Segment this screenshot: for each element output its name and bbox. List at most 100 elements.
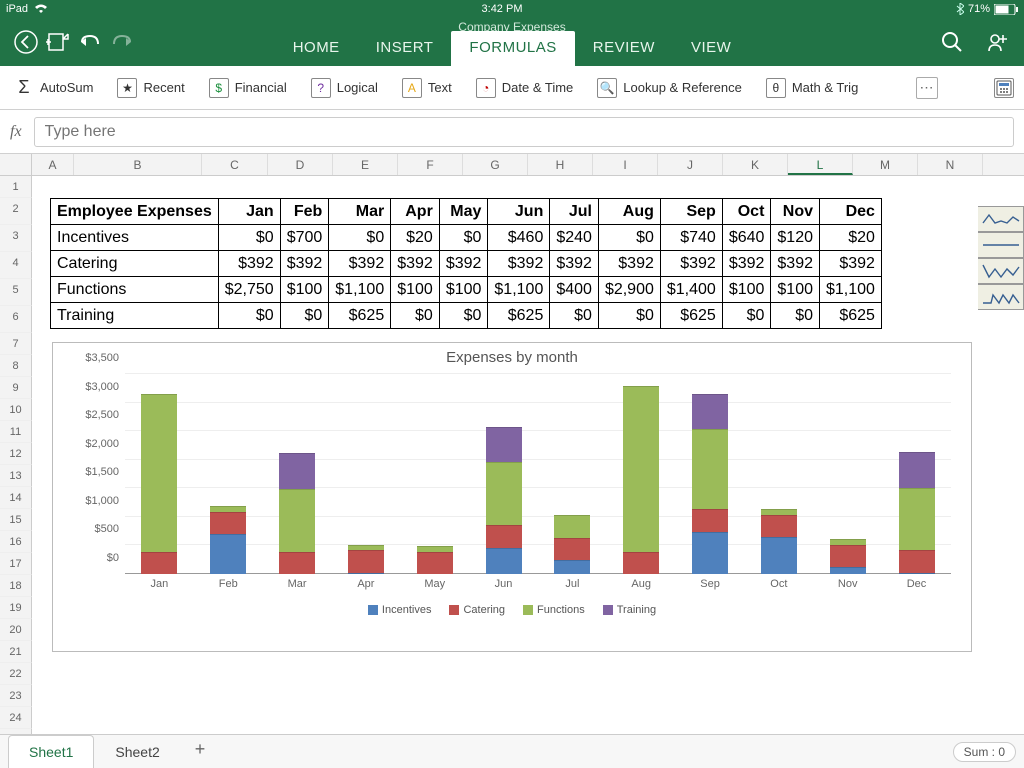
table-row-label[interactable]: Functions	[51, 277, 219, 303]
table-cell[interactable]: $0	[598, 225, 660, 251]
expenses-table[interactable]: Employee ExpensesJanFebMarAprMayJunJulAu…	[50, 198, 882, 329]
row-header-1[interactable]: 1	[0, 176, 32, 198]
table-cell[interactable]: $100	[722, 277, 771, 303]
table-cell[interactable]: $100	[771, 277, 820, 303]
bar-group-jun[interactable]	[469, 374, 538, 574]
row-header-13[interactable]: 13	[0, 465, 32, 487]
table-cell[interactable]: $400	[550, 277, 599, 303]
col-header-L[interactable]: L	[788, 154, 853, 175]
table-cell[interactable]: $392	[391, 251, 440, 277]
table-cell[interactable]: $100	[391, 277, 440, 303]
ribbon-text[interactable]: AText	[398, 76, 456, 100]
row-header-11[interactable]: 11	[0, 421, 32, 443]
row-header-18[interactable]: 18	[0, 575, 32, 597]
table-cell[interactable]: $120	[771, 225, 820, 251]
calculator-icon[interactable]	[994, 78, 1014, 98]
table-cell[interactable]: $625	[820, 303, 882, 329]
bar-group-may[interactable]	[400, 374, 469, 574]
table-cell[interactable]: $2,750	[218, 277, 280, 303]
row-header-24[interactable]: 24	[0, 707, 32, 729]
formula-input[interactable]	[34, 117, 1014, 147]
table-cell[interactable]: $625	[660, 303, 722, 329]
row-header-14[interactable]: 14	[0, 487, 32, 509]
tab-home[interactable]: HOME	[275, 31, 358, 66]
table-header[interactable]: Nov	[771, 199, 820, 225]
col-header-I[interactable]: I	[593, 154, 658, 175]
table-cell[interactable]: $392	[488, 251, 550, 277]
table-row-label[interactable]: Incentives	[51, 225, 219, 251]
table-cell[interactable]: $392	[218, 251, 280, 277]
row-header-6[interactable]: 6	[0, 306, 32, 333]
bar-group-aug[interactable]	[607, 374, 676, 574]
table-header[interactable]: May	[439, 199, 488, 225]
table-header[interactable]: Mar	[329, 199, 391, 225]
table-header[interactable]: Oct	[722, 199, 771, 225]
expenses-chart[interactable]: Expenses by month $0$500$1,000$1,500$2,0…	[52, 342, 972, 652]
ribbon-logical[interactable]: ?Logical	[307, 76, 382, 100]
table-row-label[interactable]: Training	[51, 303, 219, 329]
table-header[interactable]: Jan	[218, 199, 280, 225]
table-cell[interactable]: $100	[280, 277, 329, 303]
row-header-8[interactable]: 8	[0, 355, 32, 377]
col-header-K[interactable]: K	[723, 154, 788, 175]
row-header-2[interactable]: 2	[0, 198, 32, 225]
table-header[interactable]: Dec	[820, 199, 882, 225]
row-header-17[interactable]: 17	[0, 553, 32, 575]
ribbon-math-trig[interactable]: θMath & Trig	[762, 76, 862, 100]
row-header-12[interactable]: 12	[0, 443, 32, 465]
tab-formulas[interactable]: FORMULAS	[451, 31, 574, 66]
col-header-E[interactable]: E	[333, 154, 398, 175]
table-cell[interactable]: $0	[391, 303, 440, 329]
select-all-corner[interactable]	[0, 154, 32, 175]
table-cell[interactable]: $392	[771, 251, 820, 277]
ribbon-date-time[interactable]: ◔Date & Time	[472, 76, 578, 100]
bar-group-nov[interactable]	[813, 374, 882, 574]
row-header-10[interactable]: 10	[0, 399, 32, 421]
table-header[interactable]: Apr	[391, 199, 440, 225]
table-cell[interactable]: $740	[660, 225, 722, 251]
tab-insert[interactable]: INSERT	[358, 31, 452, 66]
ribbon-lookup-reference[interactable]: 🔍Lookup & Reference	[593, 76, 746, 100]
row-header-16[interactable]: 16	[0, 531, 32, 553]
row-header-9[interactable]: 9	[0, 377, 32, 399]
table-cell[interactable]: $625	[329, 303, 391, 329]
table-cell[interactable]: $392	[722, 251, 771, 277]
row-header-15[interactable]: 15	[0, 509, 32, 531]
sheet-tab-sheet2[interactable]: Sheet2	[94, 735, 180, 768]
bar-group-mar[interactable]	[263, 374, 332, 574]
table-header[interactable]: Employee Expenses	[51, 199, 219, 225]
bar-group-dec[interactable]	[882, 374, 951, 574]
table-cell[interactable]: $392	[660, 251, 722, 277]
table-cell[interactable]: $700	[280, 225, 329, 251]
add-sheet-button[interactable]: +	[181, 731, 220, 768]
row-header-23[interactable]: 23	[0, 685, 32, 707]
sum-indicator[interactable]: Sum : 0	[953, 742, 1016, 762]
table-header[interactable]: Jul	[550, 199, 599, 225]
row-header-22[interactable]: 22	[0, 663, 32, 685]
table-cell[interactable]: $392	[820, 251, 882, 277]
table-cell[interactable]: $0	[722, 303, 771, 329]
ribbon-recent[interactable]: ★Recent	[113, 76, 188, 100]
col-header-F[interactable]: F	[398, 154, 463, 175]
bar-group-oct[interactable]	[744, 374, 813, 574]
table-cell[interactable]: $20	[820, 225, 882, 251]
col-header-J[interactable]: J	[658, 154, 723, 175]
row-header-5[interactable]: 5	[0, 279, 32, 306]
table-cell[interactable]: $0	[439, 225, 488, 251]
table-cell[interactable]: $460	[488, 225, 550, 251]
table-cell[interactable]: $20	[391, 225, 440, 251]
table-cell[interactable]: $2,900	[598, 277, 660, 303]
col-header-D[interactable]: D	[268, 154, 333, 175]
tab-review[interactable]: REVIEW	[575, 31, 673, 66]
col-header-M[interactable]: M	[853, 154, 918, 175]
table-cell[interactable]: $392	[280, 251, 329, 277]
table-cell[interactable]: $0	[771, 303, 820, 329]
sheet-tab-sheet1[interactable]: Sheet1	[8, 735, 94, 768]
table-cell[interactable]: $1,100	[329, 277, 391, 303]
table-cell[interactable]: $392	[329, 251, 391, 277]
bar-group-apr[interactable]	[331, 374, 400, 574]
table-cell[interactable]: $0	[218, 225, 280, 251]
bar-group-sep[interactable]	[676, 374, 745, 574]
bar-group-jul[interactable]	[538, 374, 607, 574]
table-header[interactable]: Aug	[598, 199, 660, 225]
